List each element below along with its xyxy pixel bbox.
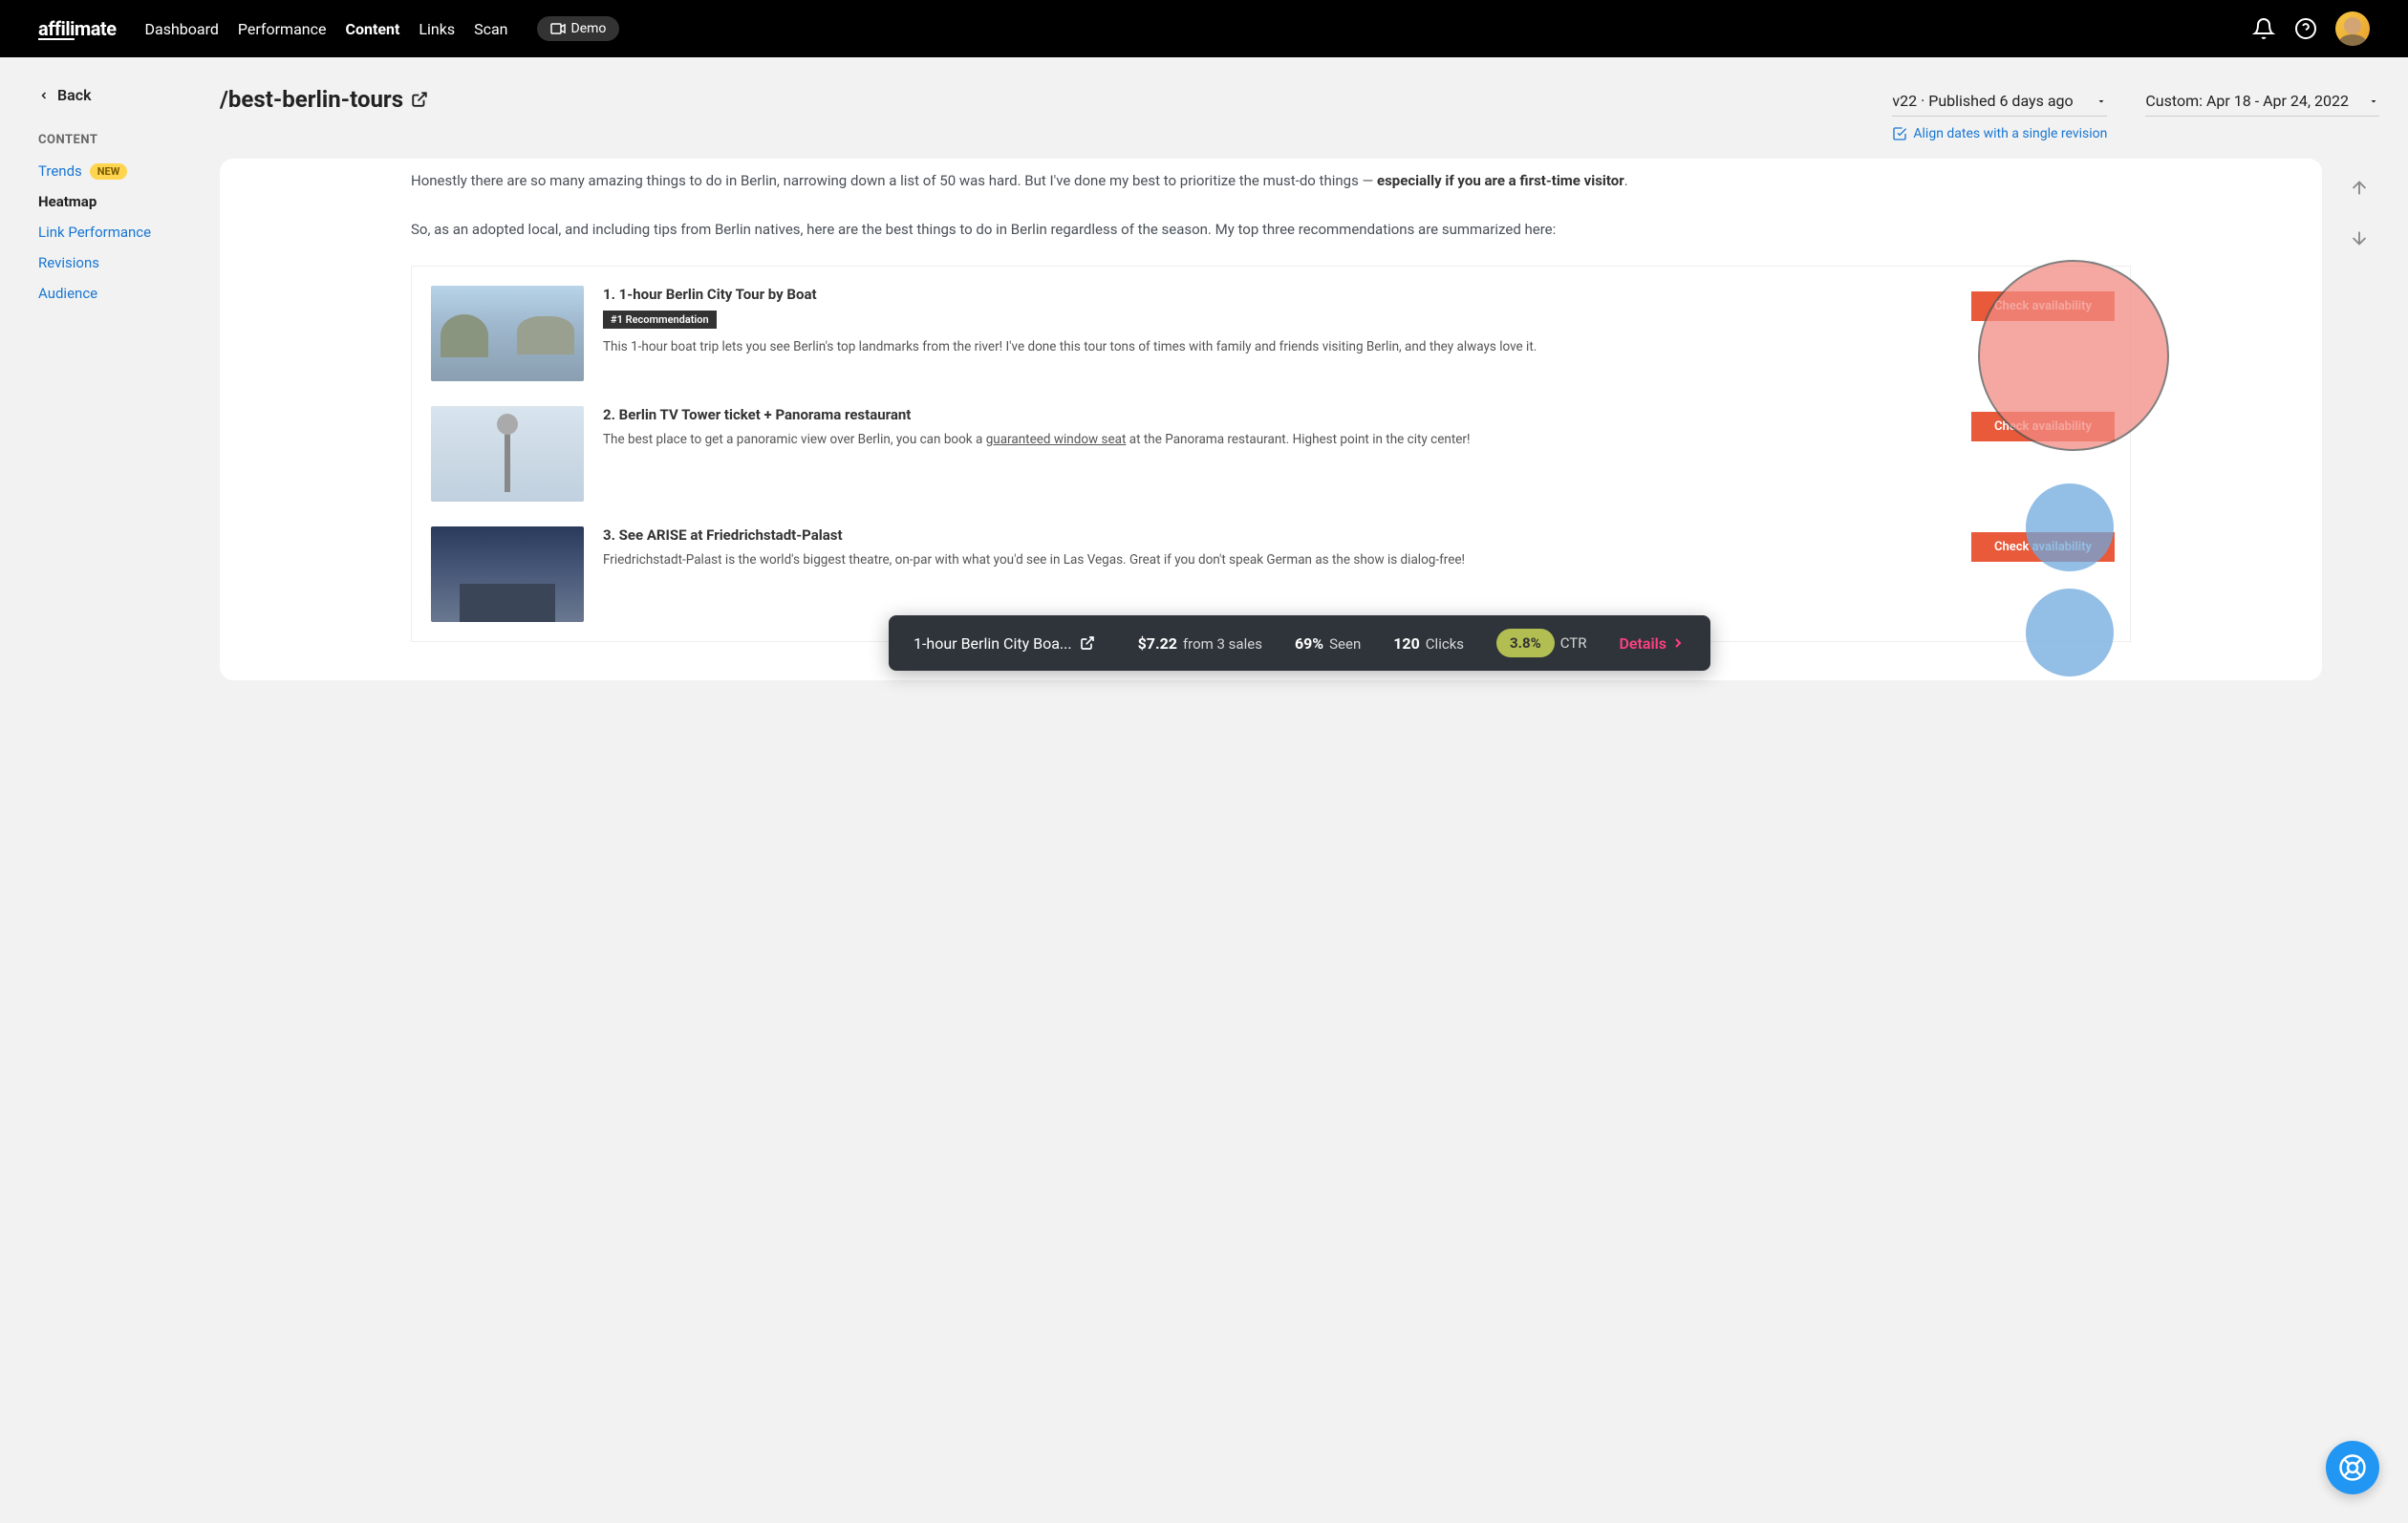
recommendation-title: 1. 1-hour Berlin City Tour by Boat (603, 286, 2111, 303)
life-buoy-icon (2338, 1453, 2367, 1482)
stats-link-title: 1-hour Berlin City Boa... (914, 634, 1106, 653)
recommendation-body: 2. Berlin TV Tower ticket + Panorama res… (603, 406, 2111, 502)
chevron-down-icon (2368, 96, 2379, 107)
page-title: /best-berlin-tours (220, 86, 428, 113)
align-dates-link[interactable]: Align dates with a single revision (1892, 126, 2107, 141)
sidebar-nav: Trends NEW Heatmap Link Performance Revi… (38, 162, 191, 302)
page-title-text: /best-berlin-tours (220, 86, 403, 113)
check-availability-button[interactable]: Check availability (1971, 412, 2115, 441)
recommendation-body: 3. See ARISE at Friedrichstadt-Palast Fr… (603, 526, 2111, 622)
chevron-down-icon (2096, 96, 2107, 107)
help-fab[interactable] (2326, 1441, 2379, 1494)
recommendation-badge: #1 Recommendation (603, 311, 717, 329)
version-label: v22 · Published 6 days ago (1892, 92, 2073, 110)
nav-links[interactable]: Links (419, 20, 455, 38)
back-label: Back (57, 86, 92, 104)
sidebar-item-heatmap[interactable]: Heatmap (38, 193, 191, 210)
recommendation-image (431, 526, 584, 622)
nav-dashboard[interactable]: Dashboard (145, 20, 219, 38)
recommendation-image (431, 406, 584, 502)
stats-seen: 69%Seen (1295, 634, 1361, 653)
recommendation-item: 2. Berlin TV Tower ticket + Panorama res… (431, 406, 2111, 502)
new-badge: NEW (90, 163, 128, 180)
top-nav-bar: affilimate Dashboard Performance Content… (0, 0, 2408, 57)
content-header: /best-berlin-tours v22 · Published 6 day… (220, 86, 2379, 141)
checkbox-icon (1892, 126, 1907, 141)
nav-scan[interactable]: Scan (474, 20, 507, 38)
link-stats-bar: 1-hour Berlin City Boa... $7.22from 3 sa… (889, 615, 1710, 671)
recommendation-item: 3. See ARISE at Friedrichstadt-Palast Fr… (431, 526, 2111, 622)
stats-clicks: 120Clicks (1393, 634, 1464, 653)
external-link-icon[interactable] (411, 91, 428, 108)
video-icon (550, 23, 566, 34)
help-icon[interactable] (2293, 16, 2318, 41)
notifications-icon[interactable] (2251, 16, 2276, 41)
nav-content[interactable]: Content (345, 20, 399, 38)
recommendation-item: 1. 1-hour Berlin City Tour by Boat #1 Re… (431, 286, 2111, 381)
check-availability-button[interactable]: Check availability (1971, 532, 2115, 562)
article-paragraph: So, as an adopted local, and including t… (411, 217, 2131, 243)
recommendation-image (431, 286, 584, 381)
preview-wrap: Honestly there are so many amazing thing… (220, 159, 2379, 680)
chevron-right-icon (1670, 635, 1686, 651)
align-link-label: Align dates with a single revision (1913, 126, 2107, 141)
stats-revenue: $7.22from 3 sales (1138, 634, 1262, 653)
recommendation-card: 1. 1-hour Berlin City Tour by Boat #1 Re… (411, 266, 2131, 642)
logo[interactable]: affilimate (38, 17, 117, 40)
sidebar-section-label: CONTENT (38, 133, 191, 147)
sidebar-item-revisions[interactable]: Revisions (38, 254, 191, 271)
demo-button[interactable]: Demo (537, 16, 620, 41)
sidebar-item-audience[interactable]: Audience (38, 285, 191, 302)
nav-performance[interactable]: Performance (238, 20, 327, 38)
scroll-controls (2349, 178, 2370, 248)
recommendation-desc: The best place to get a panoramic view o… (603, 429, 2111, 451)
topbar-left: affilimate Dashboard Performance Content… (38, 16, 619, 41)
stats-ctr: 3.8%CTR (1496, 629, 1586, 657)
sidebar: Back CONTENT Trends NEW Heatmap Link Per… (38, 86, 191, 680)
recommendation-body: 1. 1-hour Berlin City Tour by Boat #1 Re… (603, 286, 2111, 381)
recommendation-title: 3. See ARISE at Friedrichstadt-Palast (603, 526, 2111, 544)
topbar-right (2251, 11, 2370, 46)
sidebar-item-link-performance[interactable]: Link Performance (38, 224, 191, 241)
article-paragraph: Honestly there are so many amazing thing… (411, 168, 2131, 194)
sidebar-item-trends[interactable]: Trends NEW (38, 162, 191, 180)
details-link[interactable]: Details (1619, 634, 1686, 653)
date-range-dropdown[interactable]: Custom: Apr 18 - Apr 24, 2022 (2145, 86, 2379, 117)
version-dropdown[interactable]: v22 · Published 6 days ago (1892, 86, 2107, 117)
window-seat-link[interactable]: guaranteed window seat (986, 432, 1127, 447)
date-range-label: Custom: Apr 18 - Apr 24, 2022 (2145, 92, 2349, 110)
sidebar-item-label: Trends (38, 162, 82, 180)
external-link-icon[interactable] (1080, 635, 1095, 651)
primary-nav: Dashboard Performance Content Links Scan (145, 20, 508, 38)
back-button[interactable]: Back (38, 86, 191, 104)
user-avatar[interactable] (2335, 11, 2370, 46)
scroll-up-icon[interactable] (2349, 178, 2370, 199)
recommendation-title: 2. Berlin TV Tower ticket + Panorama res… (603, 406, 2111, 423)
content-area: /best-berlin-tours v22 · Published 6 day… (220, 86, 2379, 680)
check-availability-button[interactable]: Check availability (1971, 291, 2115, 321)
chevron-left-icon (38, 90, 50, 101)
recommendation-desc: This 1-hour boat trip lets you see Berli… (603, 336, 2111, 358)
header-controls: v22 · Published 6 days ago Align dates w… (1892, 86, 2379, 141)
page-preview: Honestly there are so many amazing thing… (220, 159, 2322, 680)
demo-label: Demo (571, 21, 607, 36)
scroll-down-icon[interactable] (2349, 227, 2370, 248)
recommendation-desc: Friedrichstadt-Palast is the world's big… (603, 549, 2111, 571)
